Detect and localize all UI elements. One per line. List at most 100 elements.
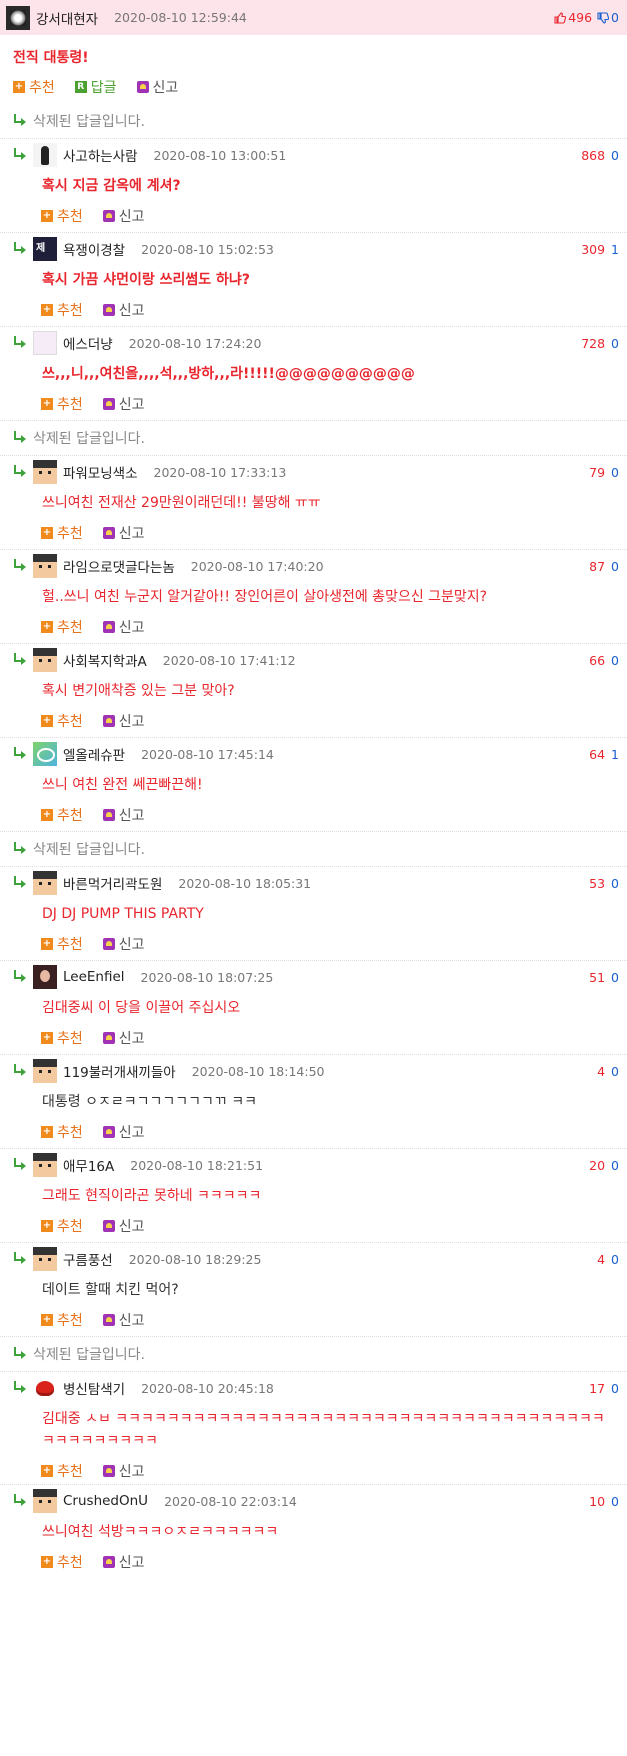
report-button[interactable]: 신고 xyxy=(102,1310,145,1330)
vote-summary: 64 1 xyxy=(589,738,619,770)
report-button[interactable]: 신고 xyxy=(102,934,145,954)
author-nickname[interactable]: 사회복지학과A xyxy=(63,650,147,670)
recommend-button[interactable]: + 추천 xyxy=(41,1461,83,1481)
author-nickname[interactable]: 사고하는사람 xyxy=(63,145,138,165)
plus-icon: + xyxy=(13,81,25,93)
author-nickname[interactable]: 욕쟁이경찰 xyxy=(63,239,125,259)
report-button[interactable]: 신고 xyxy=(136,77,179,97)
upvote-count: 10 xyxy=(589,1493,606,1509)
avatar[interactable] xyxy=(33,965,57,989)
avatar[interactable] xyxy=(33,331,57,355)
report-label: 신고 xyxy=(118,209,145,225)
downvote-count: 0 xyxy=(611,1380,619,1396)
recommend-button[interactable]: + 추천 xyxy=(41,1122,83,1142)
recommend-button[interactable]: + 추천 xyxy=(41,523,83,543)
comment-body: 혹시 지금 감옥에 계셔? xyxy=(42,178,181,194)
report-button[interactable]: 신고 xyxy=(102,617,145,637)
author-nickname[interactable]: 애무16A xyxy=(63,1155,114,1175)
recommend-button[interactable]: + 추천 xyxy=(41,1310,83,1330)
plus-icon: + xyxy=(41,398,53,410)
upvote-count: 87 xyxy=(589,558,606,574)
recommend-button[interactable]: + 추천 xyxy=(41,934,83,954)
plus-icon: + xyxy=(41,304,53,316)
report-label: 신고 xyxy=(152,80,179,96)
recommend-button[interactable]: + 추천 xyxy=(41,206,83,226)
report-button[interactable]: 신고 xyxy=(102,1461,145,1481)
reply-arrow-icon xyxy=(12,1494,26,1508)
avatar[interactable] xyxy=(33,871,57,895)
upvote-count: 51 xyxy=(589,969,606,985)
author-nickname[interactable]: 파워모닝색소 xyxy=(63,462,138,482)
avatar[interactable] xyxy=(33,648,57,672)
report-button[interactable]: 신고 xyxy=(102,1122,145,1142)
reply-arrow-icon xyxy=(12,1347,26,1361)
author-nickname[interactable]: CrushedOnU xyxy=(63,1493,148,1509)
plus-icon: + xyxy=(41,621,53,633)
reply-button[interactable]: R 답글 xyxy=(74,77,117,97)
author-nickname[interactable]: LeeEnfiel xyxy=(63,969,125,985)
comment-date: 2020-08-10 17:33:13 xyxy=(153,464,287,480)
report-button[interactable]: 신고 xyxy=(102,394,145,414)
author-nickname[interactable]: 119불러개새끼들아 xyxy=(63,1061,176,1081)
recommend-button[interactable]: + 추천 xyxy=(41,1028,83,1048)
report-button[interactable]: 신고 xyxy=(102,1028,145,1048)
author-nickname[interactable]: 병신탐색기 xyxy=(63,1378,125,1398)
comment-thread: 강서대현자 2020-08-10 12:59:44 496 0 전직 대통령! … xyxy=(0,0,627,1578)
comment-date: 2020-08-10 15:02:53 xyxy=(141,241,274,257)
recommend-label: 추천 xyxy=(57,1031,83,1047)
reply-arrow-icon xyxy=(12,465,26,479)
author-nickname[interactable]: 엘올레슈판 xyxy=(63,744,125,764)
recommend-button[interactable]: + 추천 xyxy=(41,394,83,414)
avatar[interactable] xyxy=(33,237,57,261)
upvote-count: 4 xyxy=(597,1063,606,1079)
recommend-button[interactable]: + 추천 xyxy=(13,77,55,97)
upvote-count: 309 xyxy=(581,241,606,257)
recommend-button[interactable]: + 추천 xyxy=(41,1552,83,1572)
avatar[interactable] xyxy=(33,1247,57,1271)
report-button[interactable]: 신고 xyxy=(102,1552,145,1572)
recommend-label: 추천 xyxy=(57,1219,83,1235)
report-button[interactable]: 신고 xyxy=(102,206,145,226)
author-nickname[interactable]: 에스더냥 xyxy=(63,333,113,353)
avatar[interactable] xyxy=(33,742,57,766)
author-nickname[interactable]: 강서대현자 xyxy=(36,8,98,28)
author-nickname[interactable]: 구름풍선 xyxy=(63,1249,113,1269)
comment-date: 2020-08-10 17:45:14 xyxy=(141,746,274,762)
report-button[interactable]: 신고 xyxy=(102,1216,145,1236)
deleted-reply: 삭제된 답글입니다. xyxy=(0,103,627,138)
report-button[interactable]: 신고 xyxy=(102,805,145,825)
recommend-button[interactable]: + 추천 xyxy=(41,805,83,825)
upvote-count: 79 xyxy=(589,464,606,480)
avatar[interactable] xyxy=(33,1153,57,1177)
recommend-label: 추천 xyxy=(57,303,83,319)
recommend-button[interactable]: + 추천 xyxy=(41,711,83,731)
report-button[interactable]: 신고 xyxy=(102,300,145,320)
reply-arrow-icon xyxy=(12,1381,26,1395)
avatar[interactable] xyxy=(33,460,57,484)
avatar[interactable] xyxy=(33,1059,57,1083)
plus-icon: + xyxy=(41,1032,53,1044)
avatar[interactable] xyxy=(33,554,57,578)
vote-summary: 728 0 xyxy=(581,327,619,359)
report-button[interactable]: 신고 xyxy=(102,523,145,543)
avatar[interactable] xyxy=(33,1376,57,1400)
comment-date: 2020-08-10 13:00:51 xyxy=(153,147,287,163)
author-nickname[interactable]: 바른먹거리곽도원 xyxy=(63,873,162,893)
report-icon xyxy=(102,304,115,316)
downvote-count: 0 xyxy=(611,464,619,480)
recommend-button[interactable]: + 추천 xyxy=(41,1216,83,1236)
author-nickname[interactable]: 라임으로댓글다는놈 xyxy=(63,556,175,576)
comment-actions: + 추천 신고 xyxy=(0,929,627,959)
avatar[interactable] xyxy=(33,1489,57,1513)
reply-header: 에스더냥 2020-08-10 17:24:20 728 0 xyxy=(0,327,627,359)
avatar[interactable] xyxy=(6,5,30,30)
avatar[interactable] xyxy=(33,143,57,167)
recommend-button[interactable]: + 추천 xyxy=(41,300,83,320)
recommend-label: 추천 xyxy=(57,1125,83,1141)
vote-summary: 66 0 xyxy=(589,644,619,676)
report-button[interactable]: 신고 xyxy=(102,711,145,731)
plus-icon: + xyxy=(41,210,53,222)
thumbs-up-icon xyxy=(554,11,567,24)
recommend-button[interactable]: + 추천 xyxy=(41,617,83,637)
downvote-count: 1 xyxy=(611,746,619,762)
